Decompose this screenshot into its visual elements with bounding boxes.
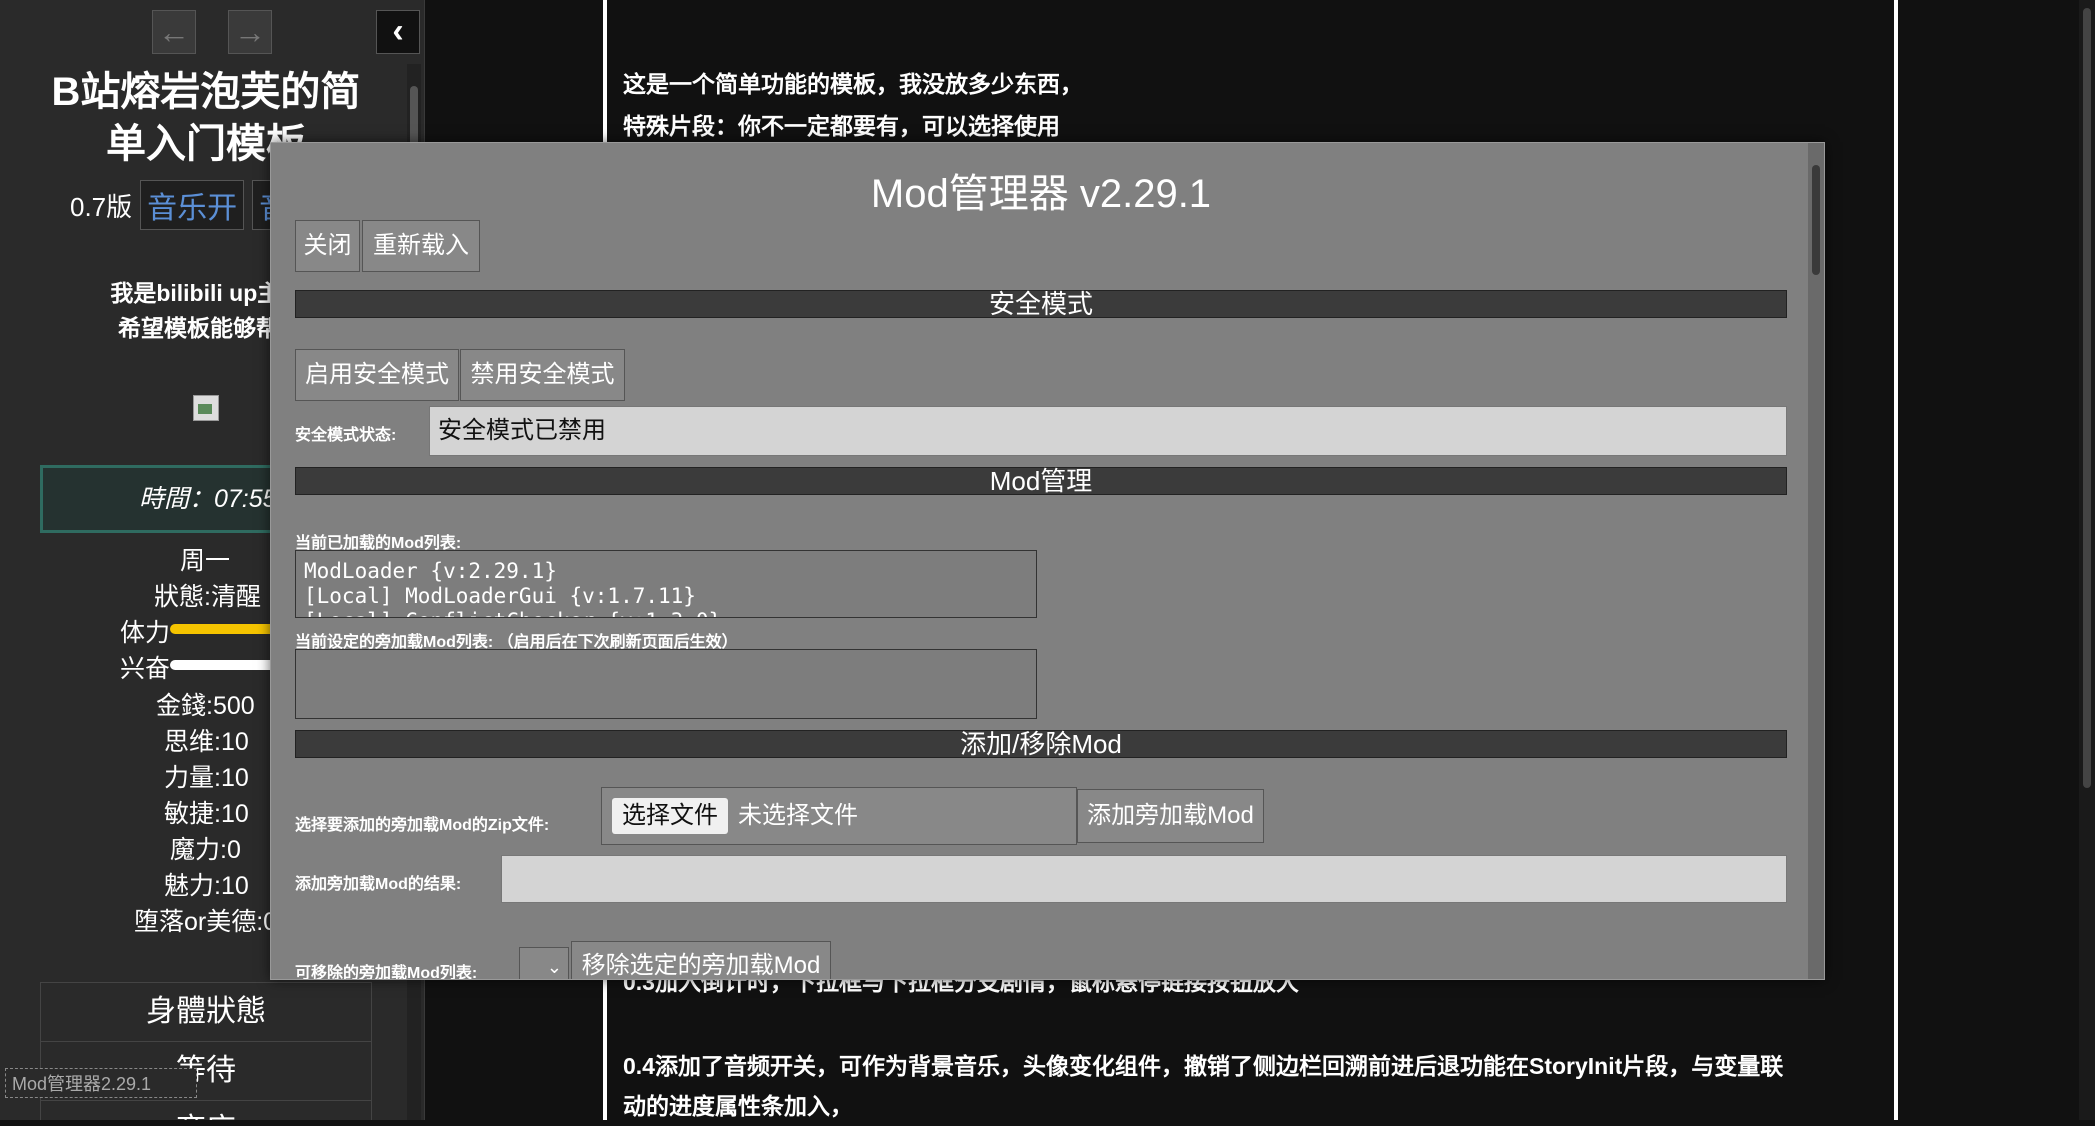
- music-on-button[interactable]: 音乐开: [140, 180, 245, 230]
- state: 狀態:清醒: [154, 583, 261, 611]
- zip-file-label: 选择要添加的旁加载Mod的Zip文件:: [295, 817, 550, 834]
- choose-file-button[interactable]: 选择文件: [612, 798, 728, 834]
- avatar: [193, 395, 219, 421]
- stat-corruption: 堕落or美德:0: [134, 908, 278, 936]
- weekday: 周一: [180, 547, 231, 575]
- chevron-left-icon: ‹: [392, 12, 404, 50]
- mod-manager-dialog: Mod管理器 v2.29.1 关闭 重新载入 安全模式 启用安全模式 禁用安全模…: [270, 142, 1825, 980]
- stat-thinking: 思维:10: [164, 728, 249, 756]
- story-text: 这是一个简单功能的模板，我没放多少东西，: [623, 71, 1083, 97]
- page-scrollbar[interactable]: [2079, 0, 2095, 1120]
- menu-item-body-status[interactable]: 身體狀態: [41, 983, 371, 1042]
- stat-agility: 敏捷:10: [164, 800, 249, 828]
- back-button[interactable]: ←: [152, 10, 196, 54]
- loaded-mod-list[interactable]: ModLoader {v:2.29.1} [Local] ModLoaderGu…: [295, 550, 1037, 618]
- enable-safe-mode-button[interactable]: 启用安全模式: [295, 349, 459, 401]
- disable-safe-mode-button[interactable]: 禁用安全模式: [460, 349, 625, 401]
- stat-charm: 魅力:10: [164, 872, 249, 900]
- add-result-field[interactable]: [501, 855, 1787, 903]
- safe-status-field[interactable]: 安全模式已禁用: [429, 406, 1787, 456]
- no-file-text: 未选择文件: [738, 802, 858, 829]
- stamina-bar: [170, 624, 280, 634]
- side-load-mod-list[interactable]: [295, 649, 1037, 719]
- sidebar-menu: 身體狀態 等待 商店: [40, 982, 372, 1120]
- menu-item-shop[interactable]: 商店: [41, 1101, 371, 1120]
- reload-button[interactable]: 重新载入: [362, 220, 480, 272]
- dialog-title: Mod管理器 v2.29.1: [870, 172, 1212, 216]
- result-label: 添加旁加载Mod的结果:: [295, 876, 462, 893]
- excite-label: 兴奋: [120, 655, 171, 683]
- safe-mode-header: 安全模式: [295, 290, 1787, 318]
- forward-button[interactable]: →: [228, 10, 272, 54]
- modloader-tag-button[interactable]: Mod管理器2.29.1: [5, 1068, 197, 1098]
- stat-strength: 力量:10: [164, 764, 249, 792]
- mod-management-header: Mod管理: [295, 467, 1787, 495]
- add-remove-header: 添加/移除Mod: [295, 730, 1787, 758]
- close-button[interactable]: 关闭: [295, 220, 360, 272]
- removable-list-label: 可移除的旁加载Mod列表:: [295, 965, 478, 980]
- money: 金錢:500: [156, 692, 255, 720]
- chevron-down-icon: ⌄: [546, 957, 562, 977]
- removable-mod-select[interactable]: ⌄: [519, 947, 569, 979]
- stamina-label: 体力: [120, 619, 171, 647]
- excite-bar: [170, 660, 280, 670]
- remove-selected-button[interactable]: 移除选定的旁加载Mod: [571, 941, 831, 979]
- sidebar-toggle-button[interactable]: ‹: [376, 10, 420, 54]
- story-text: 0.4添加了音频开关，可作为背景音乐，头像变化组件，撤销了侧边栏回溯前进后退功能…: [623, 1053, 1784, 1079]
- version-label: 0.7版: [70, 191, 133, 222]
- story-text: 动的进度属性条加入，: [623, 1093, 853, 1119]
- version-row: 0.7版 音乐开 音: [70, 180, 297, 230]
- add-side-mod-button[interactable]: 添加旁加载Mod: [1077, 789, 1264, 843]
- file-input[interactable]: 选择文件 未选择文件: [601, 787, 1077, 845]
- arrow-left-icon: ←: [158, 14, 190, 50]
- stat-magic: 魔力:0: [170, 836, 241, 864]
- dialog-scrollbar[interactable]: [1808, 143, 1824, 979]
- story-text: 特殊片段：你不一定都要有，可以选择使用: [623, 113, 1060, 139]
- safe-status-label: 安全模式状态:: [295, 427, 397, 444]
- arrow-right-icon: →: [234, 14, 266, 50]
